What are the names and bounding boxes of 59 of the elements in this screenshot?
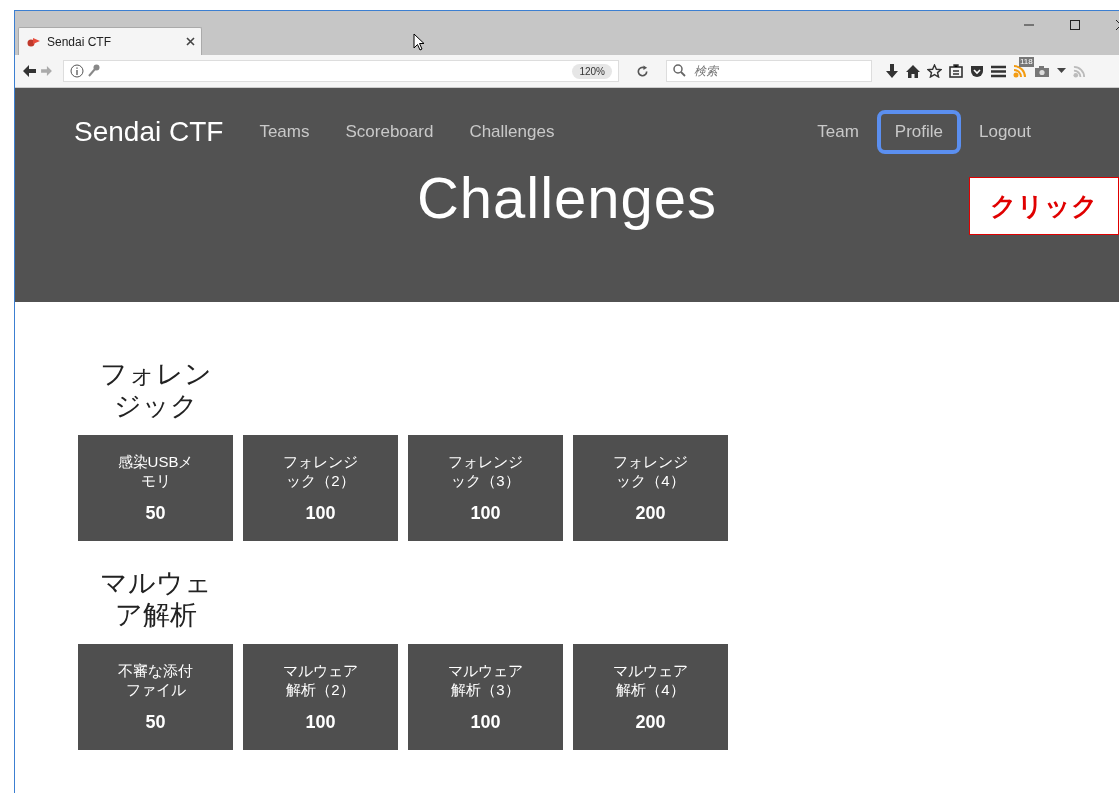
challenge-points: 100 <box>305 502 336 524</box>
category-title: マルウェア解析 <box>98 566 213 632</box>
camera-icon[interactable] <box>1034 64 1050 78</box>
challenge-tile[interactable]: マルウェア解析（4） 200 <box>573 643 728 750</box>
reload-icon[interactable] <box>636 64 649 78</box>
challenge-tile[interactable]: フォレンジック（3） 100 <box>408 434 563 541</box>
pocket-icon[interactable] <box>970 64 984 78</box>
maximize-icon[interactable] <box>1069 19 1081 31</box>
challenge-points: 100 <box>470 711 501 733</box>
challenge-points: 50 <box>145 711 166 733</box>
site-brand[interactable]: Sendai CTF <box>74 116 224 148</box>
menu-icon[interactable] <box>991 64 1006 78</box>
challenge-name: マルウェア解析（3） <box>447 660 524 700</box>
challenge-points: 100 <box>470 502 501 524</box>
callout-label: クリック <box>969 177 1119 235</box>
count-badge: 118 <box>1019 57 1034 67</box>
address-bar[interactable]: 120% <box>63 60 619 82</box>
search-field[interactable]: 検索 <box>666 60 872 82</box>
browser-tab[interactable]: Sendai CTF <box>18 27 202 55</box>
challenge-points: 200 <box>635 711 666 733</box>
challenge-tile[interactable]: 感染USBメモリ 50 <box>78 434 233 541</box>
challenge-name: 不審な添付ファイル <box>117 660 194 700</box>
challenge-points: 50 <box>145 502 166 524</box>
challenge-points: 100 <box>305 711 336 733</box>
challenge-name: フォレンジック（4） <box>612 451 689 491</box>
site-icon <box>27 35 41 48</box>
download-icon[interactable] <box>885 63 899 79</box>
challenge-name: マルウェア解析（2） <box>282 660 359 700</box>
challenge-name: フォレンジック（2） <box>282 451 359 491</box>
nav-link[interactable]: Logout <box>961 110 1049 154</box>
close-icon[interactable] <box>186 37 195 46</box>
challenge-tile[interactable]: マルウェア解析（2） 100 <box>243 643 398 750</box>
category-title: フォレンジック <box>98 358 213 423</box>
star-icon[interactable] <box>927 64 942 78</box>
challenge-tile[interactable]: フォレンジック（4） 200 <box>573 434 728 541</box>
feed-icon[interactable] <box>1013 64 1027 78</box>
reading-list-icon[interactable] <box>949 64 963 78</box>
page-title: Challenges <box>416 164 718 231</box>
challenge-name: フォレンジック（3） <box>447 451 524 491</box>
home-icon[interactable] <box>906 64 920 78</box>
challenge-tile[interactable]: フォレンジック（2） 100 <box>243 434 398 541</box>
info-icon <box>70 64 84 78</box>
challenge-name: マルウェア解析（4） <box>612 660 689 700</box>
key-icon <box>88 64 100 78</box>
caret-icon[interactable] <box>1057 68 1066 74</box>
nav-link[interactable]: Profile <box>876 110 961 154</box>
nav-link[interactable]: Teams <box>241 110 328 154</box>
zoom-level[interactable]: 120% <box>572 63 612 79</box>
mouse-cursor-icon <box>413 33 425 51</box>
nav-link[interactable]: Scoreboard <box>327 110 452 154</box>
nav-link[interactable]: Challenges <box>451 110 573 154</box>
back-icon[interactable] <box>23 65 36 77</box>
challenge-tile[interactable]: 不審な添付ファイル 50 <box>78 643 233 750</box>
challenge-name: 感染USBメモリ <box>117 451 194 491</box>
tab-title: Sendai CTF <box>47 34 113 49</box>
challenge-tile[interactable]: マルウェア解析（3） 100 <box>408 643 563 750</box>
nav-link[interactable]: Team <box>799 110 877 154</box>
challenge-points: 200 <box>635 502 666 524</box>
search-icon <box>673 64 686 77</box>
